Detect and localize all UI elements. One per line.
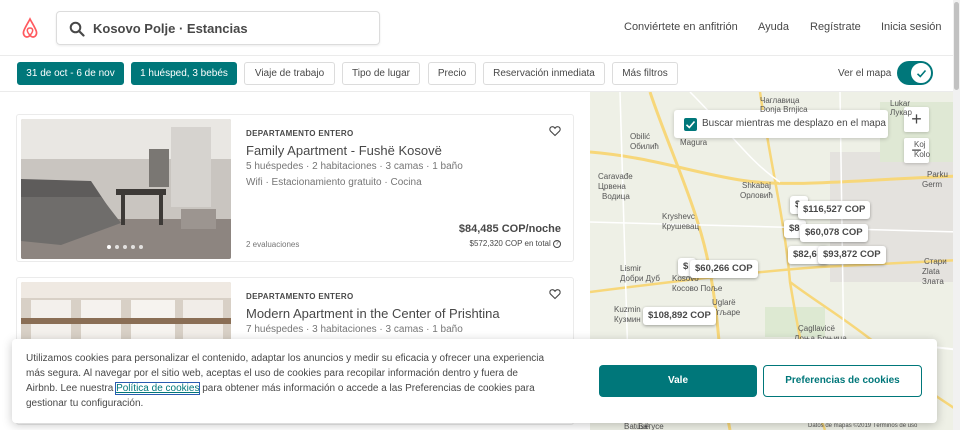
- map-place-label: Donja Brnjica: [760, 105, 808, 114]
- search-icon: [69, 21, 85, 37]
- map-price-pin[interactable]: $93,872 COP: [818, 246, 886, 264]
- map-attribution[interactable]: Datos de mapas ©2019 Términos de uso: [808, 423, 917, 429]
- search-as-move-checkbox[interactable]: Buscar mientras me desplazo en el mapa: [674, 110, 888, 138]
- check-icon: [916, 69, 927, 78]
- map-place-label: Germ: [922, 180, 942, 189]
- listing-details: 5 huéspedes · 2 habitaciones · 3 camas ·…: [246, 161, 463, 172]
- map-place-label: Батусе: [638, 422, 664, 430]
- map-place-label: Zlata: [922, 267, 940, 276]
- map-price-pin[interactable]: $116,527 COP: [798, 201, 871, 219]
- map-place-label: Kuzmin: [614, 305, 641, 314]
- heart-icon[interactable]: [549, 125, 561, 137]
- map-place-label: Kolo: [914, 150, 931, 159]
- map-place-label: Лукар: [890, 108, 912, 117]
- search-query-text[interactable]: Kosovo Polje · Estancias: [93, 21, 248, 36]
- cookie-banner: Utilizamos cookies para personalizar el …: [12, 339, 937, 423]
- cookie-message: Utilizamos cookies para personalizar el …: [26, 353, 545, 409]
- map-place-label: Çagllavicë: [798, 324, 835, 333]
- guests-filter-button[interactable]: 1 huésped, 3 bebés: [131, 62, 237, 85]
- map-price-pin[interactable]: $60,078 COP: [800, 224, 868, 242]
- map-place-label: Uglarë: [712, 298, 736, 307]
- map-place-label: Kryshevc: [662, 212, 695, 221]
- filter-bar: 31 de oct - 6 de nov 1 huésped, 3 bebés …: [0, 56, 960, 92]
- search-as-move-label: Buscar mientras me desplazo en el mapa: [702, 118, 886, 129]
- listing-price: $84,485 COP/noche: [458, 223, 561, 235]
- top-header: Kosovo Polje · Estancias Conviértete en …: [0, 0, 960, 56]
- listing-details: 7 huéspedes · 3 habitaciones · 3 camas ·…: [246, 324, 463, 335]
- map-place-label: Водица: [602, 192, 630, 201]
- cookie-policy-link[interactable]: Política de cookies: [115, 382, 201, 395]
- nav-become-host[interactable]: Conviértete en anfitrión: [624, 21, 738, 33]
- map-place-label: Добри Дуб: [620, 274, 660, 283]
- scrollbar-thumb[interactable]: [954, 2, 959, 90]
- map-place-label: Косово Поље: [672, 284, 723, 293]
- listing-type: DEPARTAMENTO ENTERO: [246, 292, 354, 301]
- map-place-label: Shkabaj: [742, 181, 771, 190]
- map-price-pin[interactable]: $108,892 COP: [643, 307, 716, 325]
- map-toggle-label: Ver el mapa: [838, 68, 892, 79]
- map-place-label: Obilić: [630, 132, 651, 141]
- airbnb-logo-icon[interactable]: [18, 16, 42, 40]
- listing-reviews: 2 evaluaciones: [246, 240, 300, 249]
- map-place-label: Крушевац: [662, 222, 700, 231]
- map-place-label: Црвена: [598, 182, 626, 191]
- search-bar[interactable]: Kosovo Polje · Estancias: [56, 11, 380, 45]
- map-place-label: Орловић: [740, 191, 773, 200]
- dates-filter-button[interactable]: 31 de oct - 6 de nov: [17, 62, 124, 85]
- map-place-label: Кузмин: [614, 315, 641, 324]
- map-place-label: Caravađe: [598, 172, 633, 181]
- map-place-label: Стари: [924, 257, 947, 266]
- listing-type: DEPARTAMENTO ENTERO: [246, 129, 354, 138]
- price-filter-button[interactable]: Precio: [428, 62, 476, 85]
- map-place-label: Magura: [680, 138, 708, 147]
- instant-book-filter-button[interactable]: Reservación inmediata: [483, 62, 605, 85]
- more-filters-button[interactable]: Más filtros: [612, 62, 678, 85]
- living-room-photo: [21, 119, 231, 259]
- checkbox-checked-icon[interactable]: [684, 118, 697, 131]
- map-toggle[interactable]: [897, 61, 933, 85]
- listing-card[interactable]: DEPARTAMENTO ENTERO Family Apartment - F…: [16, 114, 574, 262]
- listing-total-price: $572,320 COP en total ?: [470, 239, 561, 248]
- map-place-label: Koj: [914, 140, 926, 149]
- toggle-knob: [910, 62, 932, 84]
- work-trip-filter-button[interactable]: Viaje de trabajo: [244, 62, 335, 85]
- nav-log-in[interactable]: Inicia sesión: [881, 21, 942, 33]
- map-place-label: Parku: [927, 170, 948, 179]
- map-place-label: Lukar: [890, 99, 911, 108]
- listing-title[interactable]: Family Apartment - Fushë Kosovë: [246, 143, 442, 158]
- photo-dots: [107, 245, 143, 249]
- map-place-label: Чаглавица: [760, 96, 800, 105]
- cookie-preferences-button[interactable]: Preferencias de cookies: [763, 365, 922, 397]
- listing-photo[interactable]: [21, 119, 231, 259]
- nav-sign-up[interactable]: Regístrate: [810, 21, 861, 33]
- heart-icon[interactable]: [549, 288, 561, 300]
- map-price-pin[interactable]: $60,266 COP: [690, 260, 758, 278]
- info-icon[interactable]: ?: [553, 239, 561, 248]
- map-place-label: Lismir: [620, 264, 642, 273]
- place-type-filter-button[interactable]: Tipo de lugar: [342, 62, 420, 85]
- page-scrollbar[interactable]: [953, 0, 960, 430]
- map-place-label: Обилић: [630, 142, 659, 151]
- listing-amenities: Wifi · Estacionamiento gratuito · Cocina: [246, 177, 422, 188]
- map-place-label: Злата: [922, 277, 944, 286]
- accept-cookies-button[interactable]: Vale: [599, 365, 757, 397]
- listing-title[interactable]: Modern Apartment in the Center of Prisht…: [246, 306, 500, 321]
- map-place-label: Угљаре: [712, 308, 741, 317]
- nav-help[interactable]: Ayuda: [758, 21, 789, 33]
